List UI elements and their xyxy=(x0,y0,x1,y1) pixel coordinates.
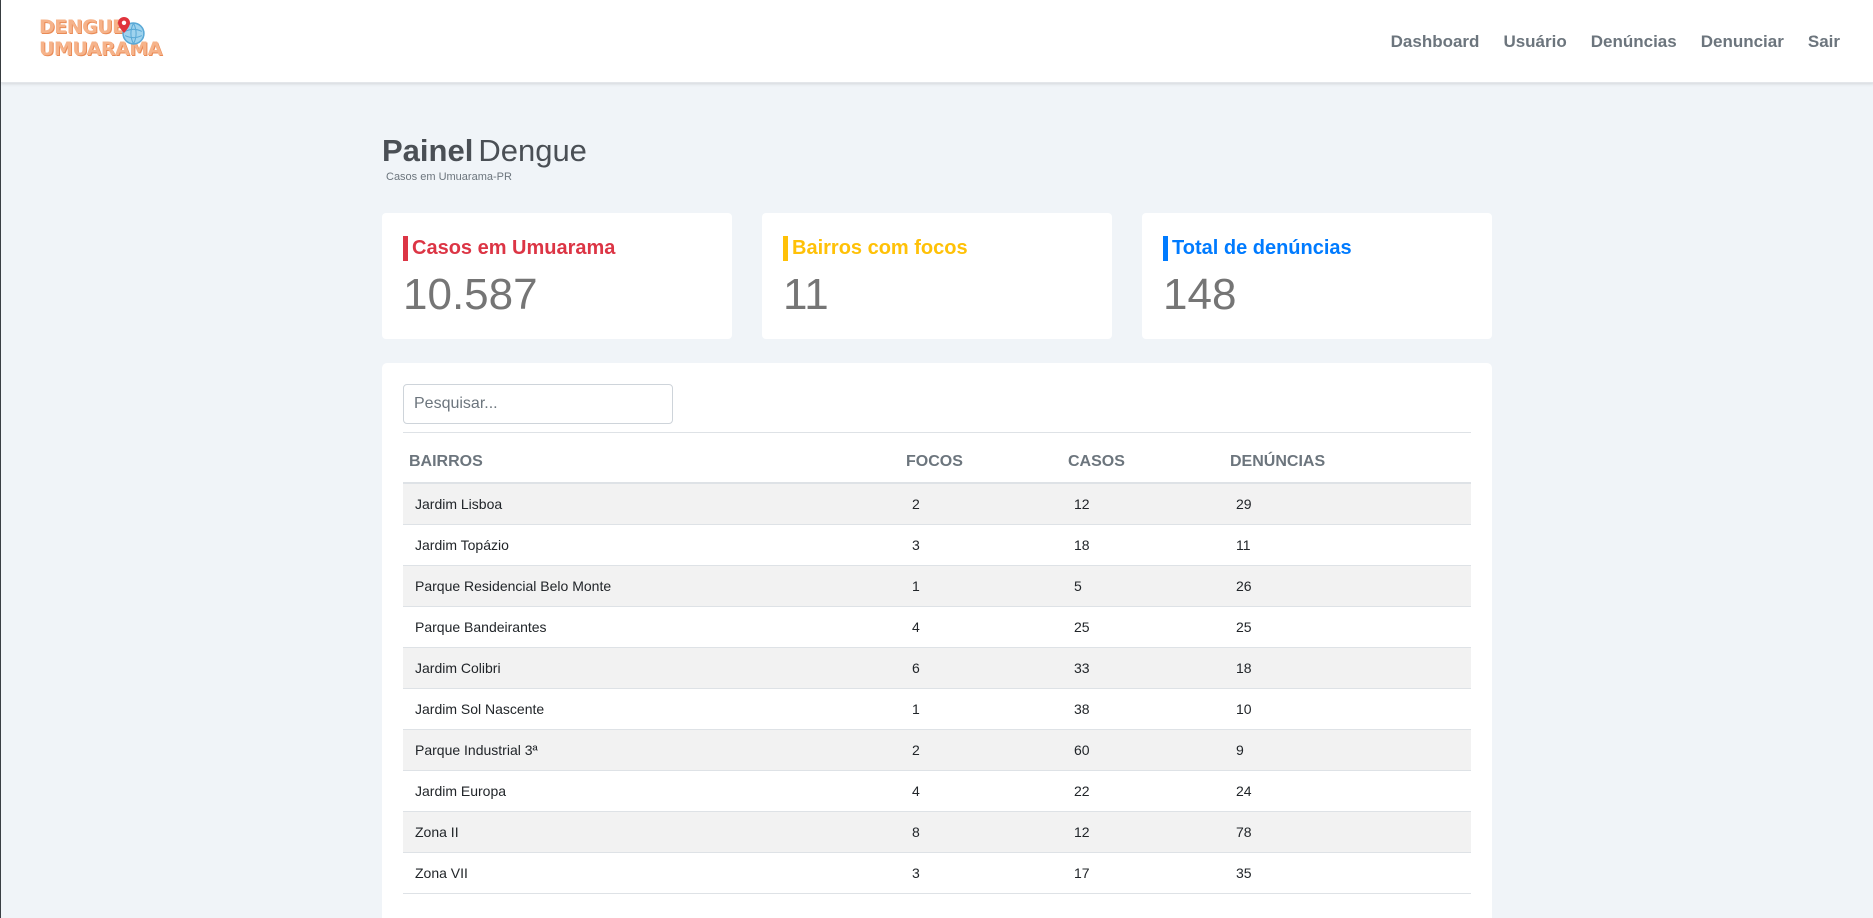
cell-casos: 25 xyxy=(1062,606,1224,648)
card-bairros-value: 11 xyxy=(783,270,829,319)
search-input[interactable] xyxy=(403,384,673,424)
cell-focos: 1 xyxy=(900,565,1062,607)
cell-bairro: Zona VII xyxy=(403,852,900,894)
table-row: Zona VII 3 17 35 xyxy=(403,852,1471,894)
cell-focos: 1 xyxy=(900,688,1062,730)
card-bairros: Bairros com focos 11 xyxy=(762,213,1112,339)
card-denuncias-label: Total de denúncias xyxy=(1163,236,1352,261)
table-row: Jardim Sol Nascente 1 38 10 xyxy=(403,688,1471,730)
dengue-umuarama-logo[interactable]: DENGUE UMUARAMA xyxy=(39,16,162,66)
page-title-rest: Dengue xyxy=(478,133,587,168)
cell-bairro: Jardim Lisboa xyxy=(403,483,900,525)
table-row: Jardim Europa 4 22 24 xyxy=(403,770,1471,812)
nav-sair[interactable]: Sair xyxy=(1808,32,1840,52)
page-subtitle: Casos em Umuarama-PR xyxy=(386,171,512,183)
bairros-table-wrap: BAIRROS FOCOS CASOS DENÚNCIAS Jardim Lis… xyxy=(403,432,1471,894)
cell-focos: 4 xyxy=(900,770,1062,812)
cell-casos: 12 xyxy=(1062,483,1224,525)
table-header-row: BAIRROS FOCOS CASOS DENÚNCIAS xyxy=(403,433,1471,484)
cell-bairro: Jardim Colibri xyxy=(403,647,900,689)
cell-bairro: Jardim Topázio xyxy=(403,524,900,566)
cell-casos: 22 xyxy=(1062,770,1224,812)
cell-denuncias: 10 xyxy=(1224,688,1471,730)
cell-denuncias: 9 xyxy=(1224,729,1471,771)
cell-casos: 60 xyxy=(1062,729,1224,771)
cell-casos: 12 xyxy=(1062,811,1224,853)
cell-focos: 2 xyxy=(900,729,1062,771)
nav-dashboard[interactable]: Dashboard xyxy=(1391,32,1480,52)
cell-focos: 3 xyxy=(900,852,1062,894)
header-bairros[interactable]: BAIRROS xyxy=(403,433,900,484)
cell-casos: 38 xyxy=(1062,688,1224,730)
table-body: Jardim Lisboa 2 12 29 Jardim Topázio 3 18 11 Par… xyxy=(403,483,1471,894)
cell-focos: 3 xyxy=(900,524,1062,566)
cell-bairro: Parque Industrial 3ª xyxy=(403,729,900,771)
cell-casos: 5 xyxy=(1062,565,1224,607)
cell-denuncias: 18 xyxy=(1224,647,1471,689)
nav-usuario[interactable]: Usuário xyxy=(1503,32,1566,52)
cell-focos: 8 xyxy=(900,811,1062,853)
nav-denuncias[interactable]: Denúncias xyxy=(1591,32,1677,52)
navbar: DENGUE UMUARAMA Dashboard Usuário Denúnc… xyxy=(1,0,1873,83)
card-bairros-label: Bairros com focos xyxy=(783,236,968,261)
cell-denuncias: 35 xyxy=(1224,852,1471,894)
cell-focos: 2 xyxy=(900,483,1062,525)
card-denuncias: Total de denúncias 148 xyxy=(1142,213,1492,339)
cell-casos: 33 xyxy=(1062,647,1224,689)
page-title: Painel Dengue xyxy=(382,133,587,169)
table-row: Parque Residencial Belo Monte 1 5 26 xyxy=(403,565,1471,607)
cell-denuncias: 29 xyxy=(1224,483,1471,525)
cell-denuncias: 78 xyxy=(1224,811,1471,853)
header-casos[interactable]: CASOS xyxy=(1062,433,1224,484)
card-casos-label: Casos em Umuarama xyxy=(403,236,615,261)
cell-denuncias: 25 xyxy=(1224,606,1471,648)
bairros-panel: BAIRROS FOCOS CASOS DENÚNCIAS Jardim Lis… xyxy=(382,363,1492,918)
table-row: Jardim Topázio 3 18 11 xyxy=(403,524,1471,566)
cell-denuncias: 24 xyxy=(1224,770,1471,812)
cell-denuncias: 11 xyxy=(1224,524,1471,566)
card-casos: Casos em Umuarama 10.587 xyxy=(382,213,732,339)
header-denuncias[interactable]: DENÚNCIAS xyxy=(1224,433,1471,484)
bairros-table: BAIRROS FOCOS CASOS DENÚNCIAS Jardim Lis… xyxy=(403,433,1471,894)
cell-casos: 17 xyxy=(1062,852,1224,894)
cell-denuncias: 26 xyxy=(1224,565,1471,607)
cell-bairro: Parque Bandeirantes xyxy=(403,606,900,648)
cell-casos: 18 xyxy=(1062,524,1224,566)
location-pin-icon xyxy=(118,17,130,33)
cell-bairro: Jardim Sol Nascente xyxy=(403,688,900,730)
nav-links: Dashboard Usuário Denúncias Denunciar Sa… xyxy=(1391,32,1840,52)
page-title-bold: Painel xyxy=(382,133,474,168)
cell-bairro: Parque Residencial Belo Monte xyxy=(403,565,900,607)
table-row: Jardim Lisboa 2 12 29 xyxy=(403,483,1471,525)
cell-bairro: Jardim Europa xyxy=(403,770,900,812)
cell-focos: 6 xyxy=(900,647,1062,689)
card-denuncias-value: 148 xyxy=(1163,270,1237,319)
header-focos[interactable]: FOCOS xyxy=(900,433,1062,484)
table-row: Parque Industrial 3ª 2 60 9 xyxy=(403,729,1471,771)
table-row: Parque Bandeirantes 4 25 25 xyxy=(403,606,1471,648)
cell-bairro: Zona II xyxy=(403,811,900,853)
table-row: Zona II 8 12 78 xyxy=(403,811,1471,853)
card-casos-value: 10.587 xyxy=(403,270,538,319)
table-row: Jardim Colibri 6 33 18 xyxy=(403,647,1471,689)
cell-focos: 4 xyxy=(900,606,1062,648)
nav-denunciar[interactable]: Denunciar xyxy=(1701,32,1784,52)
